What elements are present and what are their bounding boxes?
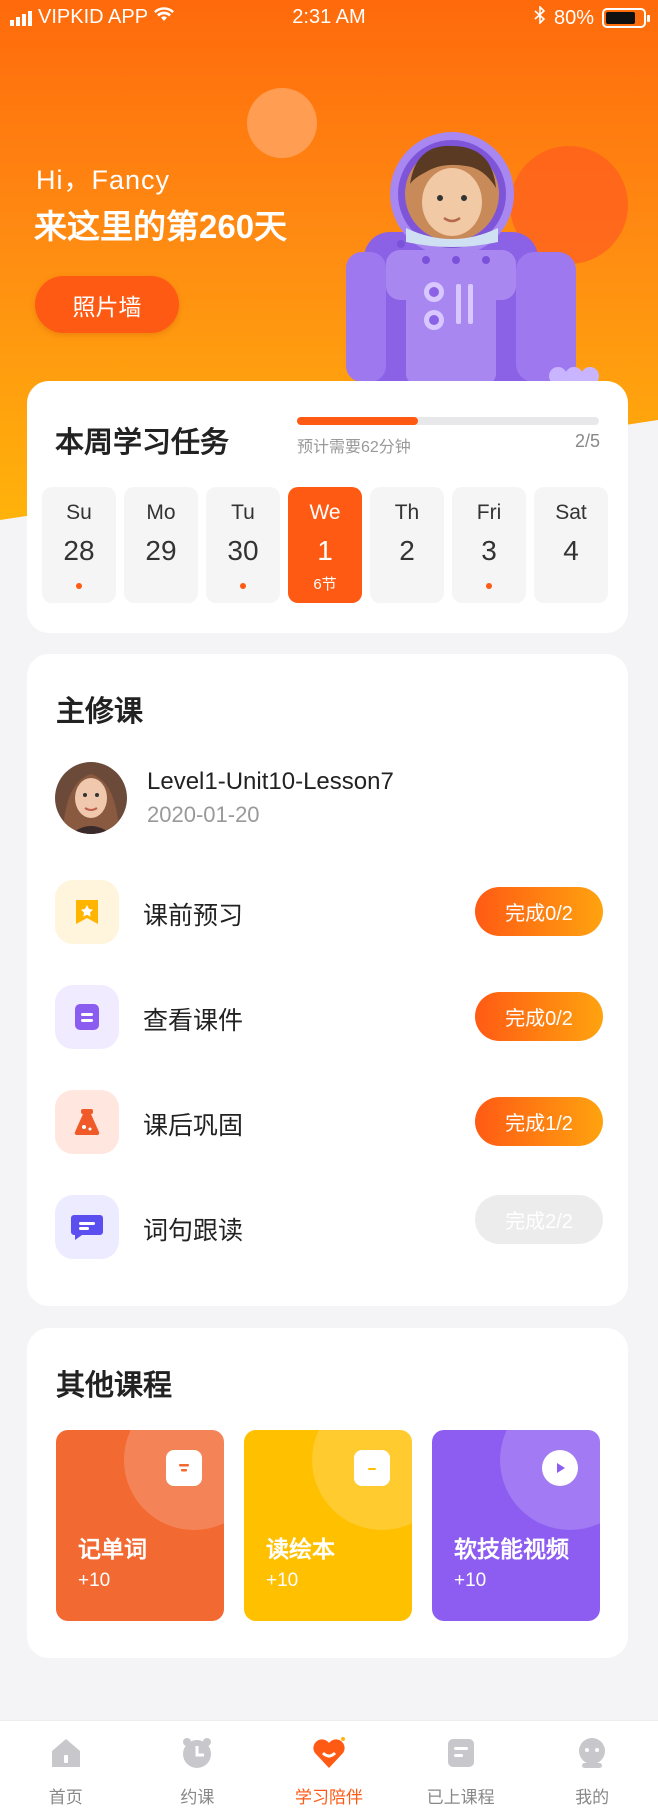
courseware-icon (55, 985, 119, 1049)
tab-label: 已上课程 (426, 1788, 495, 1807)
photo-wall-button[interactable]: 照片墙 (35, 276, 179, 333)
task-row-courseware[interactable]: 查看课件 完成0/2 (55, 985, 603, 1049)
task-dot (76, 583, 82, 589)
tile-soft-skills-video[interactable]: 软技能视频 +10 (432, 1430, 600, 1621)
day-name: Su (66, 501, 92, 524)
day-date: 29 (145, 535, 177, 566)
day-date: 1 (317, 535, 333, 566)
day-name: Sat (555, 501, 587, 524)
task-label: 查看课件 (143, 1007, 244, 1035)
weekly-tasks-card: 本周学习任务 预计需要62分钟 2/5 Su 28 Mo 29 Tu 30 We 1 6节… (27, 381, 628, 633)
tile-points: +10 (454, 1570, 487, 1591)
day-name: Tu (231, 501, 255, 524)
greeting-text: Hi，Fancy (36, 165, 171, 195)
tab-study-companion[interactable]: 学习陪伴 (263, 1721, 395, 1818)
day-date: 4 (563, 535, 579, 566)
bottom-tab-bar: 首页 约课 学习陪伴 已上课程 我的 (0, 1720, 658, 1818)
main-course-title: 主修课 (56, 696, 144, 728)
other-courses-title: 其他课程 (56, 1370, 173, 1402)
tile-points: +10 (78, 1570, 111, 1591)
day-name: We (309, 501, 341, 524)
task-status-button[interactable]: 完成0/2 (475, 992, 603, 1041)
estimated-time-text: 预计需要62分钟 (297, 439, 411, 456)
tab-label: 学习陪伴 (294, 1788, 363, 1807)
course-list-icon (447, 1739, 474, 1767)
day-monday[interactable]: Mo 29 (124, 487, 198, 603)
lesson-date: 2020-01-20 (147, 802, 260, 827)
day-name: Fri (476, 501, 502, 524)
tab-label: 首页 (48, 1788, 83, 1807)
tab-home[interactable]: 首页 (0, 1721, 132, 1818)
day-saturday[interactable]: Sat 4 (534, 487, 608, 603)
task-row-preview[interactable]: 课前预习 完成0/2 (55, 880, 603, 944)
day-date: 30 (227, 535, 259, 566)
day-date: 2 (399, 535, 415, 566)
task-row-review[interactable]: 课后巩固 完成1/2 (55, 1090, 603, 1154)
day-friday[interactable]: Fri 3 (452, 487, 526, 603)
bluetooth-icon (534, 5, 546, 30)
tile-picture-book[interactable]: 读绘本 +10 (244, 1430, 412, 1621)
main-course-card: 主修课 Level1-Unit10-Lesson7 2020-01-20 课前预… (27, 654, 628, 1306)
astronaut-mascot-illustration (346, 132, 599, 384)
tasks-ratio-text: 2/5 (574, 431, 600, 451)
day-date: 28 (63, 535, 95, 566)
days-count-text: 来这里的第260天 (34, 208, 288, 245)
tile-name: 记单词 (78, 1536, 147, 1562)
task-label: 课后巩固 (143, 1112, 244, 1140)
teacher-avatar[interactable] (55, 762, 127, 834)
task-status-button-completed[interactable]: 完成2/2 (475, 1195, 603, 1244)
battery-icon (602, 8, 650, 28)
day-name: Mo (146, 501, 176, 524)
tab-label: 约课 (180, 1788, 215, 1807)
weekly-progress-bar (297, 417, 599, 425)
profile-icon (579, 1738, 606, 1768)
week-day-selector: Su 28 Mo 29 Tu 30 We 1 6节 Th 2 Fri 3 Sat 4 (42, 487, 608, 603)
task-row-read-along[interactable]: 词句跟读 完成2/2 (55, 1195, 603, 1259)
play-icon (542, 1450, 578, 1486)
preview-star-icon (55, 880, 119, 944)
lesson-title[interactable]: Level1-Unit10-Lesson7 (147, 768, 394, 796)
tab-book-class[interactable]: 约课 (132, 1721, 264, 1818)
tile-points: +10 (266, 1570, 299, 1591)
chat-bubble-icon (55, 1195, 119, 1259)
day-sunday[interactable]: Su 28 (42, 487, 116, 603)
task-label: 词句跟读 (143, 1217, 244, 1245)
tile-name: 读绘本 (266, 1536, 335, 1562)
tile-name: 软技能视频 (454, 1536, 569, 1562)
day-date: 3 (481, 535, 497, 566)
lesson-count: 6节 (313, 576, 337, 593)
task-dot (240, 583, 246, 589)
home-icon (51, 1739, 80, 1767)
book-cat-icon (354, 1450, 390, 1486)
heart-smile-icon (313, 1737, 345, 1768)
clock-icon (183, 1738, 212, 1768)
task-status-button[interactable]: 完成0/2 (475, 887, 603, 936)
day-wednesday-selected[interactable]: We 1 6节 (288, 487, 362, 603)
task-dot (486, 583, 492, 589)
tab-profile[interactable]: 我的 (526, 1721, 658, 1818)
decor-circle (247, 88, 317, 158)
status-bar: VIPKID APP 2:31 AM 80% (0, 0, 658, 36)
tile-vocabulary[interactable]: 记单词 +10 (56, 1430, 224, 1621)
task-status-button[interactable]: 完成1/2 (475, 1097, 603, 1146)
battery-percent: 80% (553, 6, 594, 29)
weekly-tasks-title: 本周学习任务 (55, 427, 230, 459)
word-card-icon (166, 1450, 202, 1486)
day-name: Th (394, 501, 420, 524)
day-tuesday[interactable]: Tu 30 (206, 487, 280, 603)
other-courses-card: 其他课程 记单词 +10 读绘本 +10 软技能视频 +10 (27, 1328, 628, 1658)
tab-label: 我的 (575, 1788, 610, 1807)
flask-icon (55, 1090, 119, 1154)
tab-past-courses[interactable]: 已上课程 (395, 1721, 527, 1818)
day-thursday[interactable]: Th 2 (370, 487, 444, 603)
task-label: 课前预习 (143, 902, 244, 930)
